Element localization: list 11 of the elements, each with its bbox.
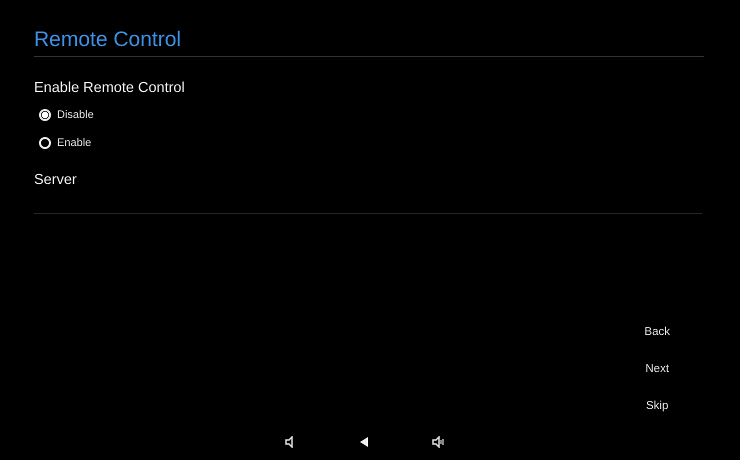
speaker-icon[interactable]	[284, 436, 296, 448]
nav-button[interactable]: Skip	[642, 396, 672, 416]
page-title: Remote Control	[34, 26, 704, 57]
nav-button[interactable]: Next	[641, 359, 674, 379]
server-label: Server	[34, 171, 77, 189]
back-icon[interactable]	[358, 436, 370, 448]
nav-button[interactable]: Back	[640, 322, 674, 342]
speaker-icon[interactable]	[432, 436, 444, 448]
radio-option[interactable]: Disable	[34, 101, 94, 129]
radio-option[interactable]: Enable	[34, 129, 92, 157]
section-label: Enable Remote Control	[34, 79, 185, 97]
